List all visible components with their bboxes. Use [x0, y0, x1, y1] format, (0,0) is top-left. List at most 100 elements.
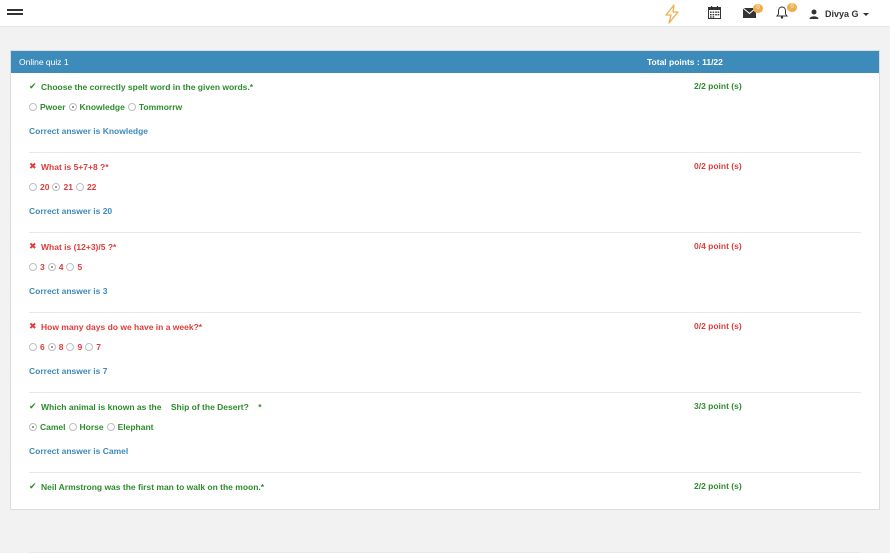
radio-button[interactable] — [47, 343, 56, 351]
question-points: 0/2 point (s) — [694, 321, 742, 331]
answer-options: 6 8 9 7 — [29, 342, 104, 352]
answer-option[interactable]: 21 — [52, 182, 75, 192]
cross-icon: ✖ — [29, 321, 37, 331]
message-count-badge: 0 — [753, 4, 763, 13]
lightning-icon[interactable] — [661, 3, 683, 25]
total-points: Total points : 11/22 — [647, 57, 723, 67]
answer-option[interactable]: 22 — [75, 182, 99, 192]
option-label: 21 — [63, 182, 73, 192]
correct-answer-text: Correct answer is 7 — [29, 366, 108, 376]
radio-button[interactable] — [127, 103, 136, 111]
question-item: ✔ Which animal is known as the Ship of th… — [29, 393, 861, 473]
answer-option[interactable]: 20 — [29, 182, 52, 192]
option-label: 9 — [77, 342, 83, 352]
question-text: Which animal is known as the Ship of the… — [41, 401, 262, 412]
correct-answer-text: Correct answer is 3 — [29, 286, 108, 296]
question-points: 2/2 point (s) — [694, 481, 742, 491]
cross-icon: ✖ — [29, 241, 37, 251]
menu-toggle-icon[interactable] — [7, 9, 23, 15]
question-line: ✖ What is (12+3)/5 ?* — [29, 241, 116, 252]
option-label: 20 — [40, 182, 50, 192]
quiz-title: Online quiz 1 — [19, 57, 69, 67]
question-text: What is 5+7+8 ?* — [41, 161, 109, 172]
answer-options: Pwoer Knowledge Tommorrw — [29, 102, 185, 112]
notification-count-badge: 0 — [787, 3, 797, 12]
user-name: Divya G — [825, 9, 859, 19]
top-navbar: 0 0 Divya G — [0, 0, 890, 27]
option-label: 22 — [86, 182, 97, 192]
answer-option[interactable]: 5 — [66, 262, 85, 272]
radio-button[interactable] — [52, 183, 61, 191]
radio-button[interactable] — [47, 263, 56, 271]
answer-option[interactable]: 6 — [29, 342, 48, 352]
answer-option[interactable]: 4 — [47, 262, 67, 272]
option-label: 4 — [58, 262, 64, 272]
answer-options: 20 21 22 — [29, 182, 99, 192]
option-label: 6 — [40, 342, 45, 352]
question-points: 0/2 point (s) — [694, 161, 742, 171]
answer-options: 3 4 5 — [29, 262, 85, 272]
radio-button[interactable] — [75, 183, 84, 191]
option-label: Pwoer — [40, 102, 66, 112]
question-text: Choose the correctly spelt word in the g… — [41, 81, 254, 92]
question-line: ✔ Neil Armstrong was the first man to wal… — [29, 481, 264, 492]
radio-button[interactable] — [85, 343, 94, 351]
option-label: Tommorrw — [138, 102, 183, 112]
answer-option[interactable]: Horse — [68, 422, 107, 432]
radio-button[interactable] — [29, 183, 37, 191]
correct-answer-text: Correct answer is Camel — [29, 446, 129, 456]
option-label: 5 — [77, 262, 83, 272]
correct-answer-text: Correct answer is Knowledge — [29, 126, 149, 136]
radio-button[interactable] — [66, 263, 75, 271]
question-points: 0/4 point (s) — [694, 241, 742, 251]
radio-button[interactable] — [29, 423, 37, 431]
question-points: 3/3 point (s) — [694, 401, 742, 411]
option-label: Knowledge — [79, 102, 125, 112]
question-line: ✔ Choose the correctly spelt word in the … — [29, 81, 253, 92]
correct-answer-text: Correct answer is 20 — [29, 206, 113, 216]
question-item: ✖ What is (12+3)/5 ?* 0/4 point (s) 3 4 5 Corr… — [29, 233, 861, 313]
quiz-results-panel: Online quiz 1 Total points : 11/22 ✔ Choo… — [10, 50, 880, 553]
option-label: Horse — [79, 422, 104, 432]
question-text: Neil Armstrong was the first man to walk… — [41, 481, 265, 492]
question-line: ✔ Which animal is known as the Ship of th… — [29, 401, 262, 412]
user-icon — [809, 9, 819, 19]
user-menu[interactable]: Divya G — [809, 7, 869, 21]
answer-option[interactable]: 8 — [47, 342, 67, 352]
question-line: ✖ How many days do we have in a week?* — [29, 321, 202, 332]
option-label: Elephant — [117, 422, 154, 432]
answer-option[interactable]: Camel — [29, 422, 69, 432]
question-line: ✖ What is 5+7+8 ?* — [29, 161, 109, 172]
answer-options: Camel Horse Elephant — [29, 422, 157, 432]
answer-option[interactable]: 3 — [29, 262, 48, 272]
option-label: Camel — [40, 422, 66, 432]
question-item: ✖ What is 5+7+8 ?* 0/2 point (s) 20 21 22 Corr… — [29, 153, 861, 233]
cross-icon: ✖ — [29, 161, 37, 171]
answer-option[interactable]: Elephant — [106, 422, 157, 432]
radio-button[interactable] — [29, 263, 37, 271]
radio-button[interactable] — [29, 103, 37, 111]
check-icon: ✔ — [29, 81, 37, 91]
option-label: 7 — [96, 342, 101, 352]
radio-button[interactable] — [29, 343, 37, 351]
option-label: 8 — [58, 342, 64, 352]
answer-option[interactable]: 7 — [85, 342, 104, 352]
option-label: 3 — [40, 262, 45, 272]
radio-button[interactable] — [68, 103, 77, 111]
radio-button[interactable] — [68, 423, 77, 431]
calendar-icon[interactable] — [708, 6, 721, 19]
question-item: ✖ How many days do we have in a week?* 0/2… — [29, 313, 861, 393]
radio-button[interactable] — [66, 343, 75, 351]
question-text: How many days do we have in a week?* — [41, 321, 203, 332]
check-icon: ✔ — [29, 481, 37, 491]
question-text: What is (12+3)/5 ?* — [41, 241, 117, 252]
question-item: ✔ Neil Armstrong was the first man to wal… — [29, 473, 861, 553]
quiz-header: Online quiz 1 Total points : 11/22 — [11, 51, 879, 73]
radio-button[interactable] — [106, 423, 115, 431]
chevron-down-icon — [862, 12, 869, 16]
answer-option[interactable]: Pwoer — [29, 102, 69, 112]
answer-option[interactable]: Knowledge — [68, 102, 128, 112]
answer-option[interactable]: 9 — [66, 342, 85, 352]
answer-option[interactable]: Tommorrw — [127, 102, 185, 112]
check-icon: ✔ — [29, 401, 37, 411]
